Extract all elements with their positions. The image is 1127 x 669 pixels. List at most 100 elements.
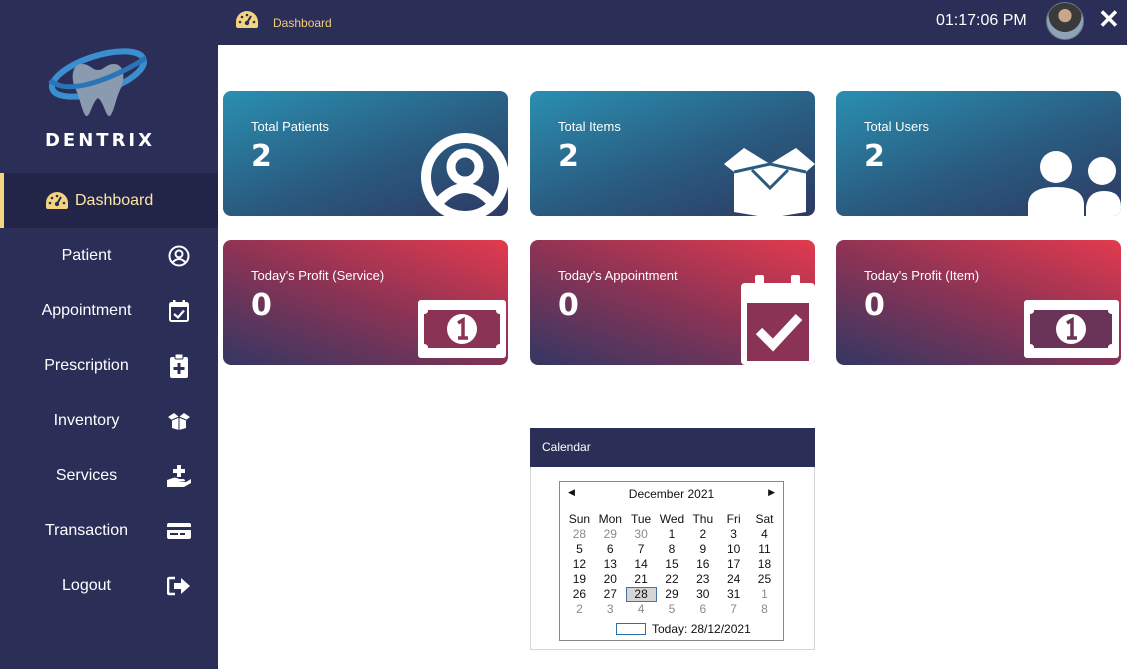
calendar-week-row: 2345678 — [564, 602, 780, 617]
calendar-day[interactable]: 18 — [749, 557, 780, 572]
top-bar: Dashboard 01:17:06 PM ✕ — [218, 0, 1127, 45]
sidebar-item-appointment[interactable]: Appointment — [0, 283, 218, 338]
calendar-day[interactable]: 23 — [687, 572, 718, 587]
card-title: Today's Profit (Service) — [251, 268, 385, 283]
hand-plus-icon — [166, 463, 192, 489]
calendar-day[interactable]: 16 — [687, 557, 718, 572]
clock: 01:17:06 PM — [936, 12, 1027, 29]
calendar-week-row: 12 13 14 15 16 17 18 — [564, 557, 780, 572]
calendar-day[interactable]: 19 — [564, 572, 595, 587]
user-circle-icon — [421, 133, 508, 216]
calendar-day[interactable]: 7 — [626, 542, 657, 557]
calendar-day[interactable]: 17 — [718, 557, 749, 572]
sidebar-item-label: Transaction — [45, 521, 128, 539]
weekday-label: Fri — [726, 512, 741, 526]
sidebar-item-logout[interactable]: Logout — [0, 558, 218, 613]
calendar-day[interactable]: 8 — [657, 542, 688, 557]
calendar-day[interactable]: 2 — [564, 602, 595, 617]
calendar-day[interactable]: 12 — [564, 557, 595, 572]
calendar-day[interactable]: 13 — [595, 557, 626, 572]
calendar-day[interactable]: 6 — [687, 602, 718, 617]
card-title: Today's Appointment — [558, 268, 678, 283]
sign-out-icon — [166, 573, 192, 599]
calendar-day[interactable]: 8 — [749, 602, 780, 617]
card-todays-profit-item: Today's Profit (Item) 0 — [836, 240, 1121, 365]
next-month-icon[interactable]: ▶ — [768, 487, 775, 498]
calendar-day[interactable]: 30 — [687, 587, 718, 602]
clipboard-plus-icon — [166, 353, 192, 379]
calendar-day[interactable]: 11 — [749, 542, 780, 557]
calendar-day[interactable]: 26 — [564, 587, 595, 602]
calendar-day[interactable]: 25 — [749, 572, 780, 587]
card-title: Total Patients — [251, 119, 330, 134]
calendar-check-icon — [166, 298, 192, 324]
calendar-day[interactable]: 14 — [626, 557, 657, 572]
calendar-day[interactable]: 1 — [657, 527, 688, 542]
calendar-day[interactable]: 31 — [718, 587, 749, 602]
calendar-day[interactable]: 28 — [564, 527, 595, 542]
calendar-day[interactable]: 15 — [657, 557, 688, 572]
calendar-day[interactable]: 28 — [625, 587, 657, 602]
calendar-day[interactable]: 27 — [595, 587, 626, 602]
calendar-day[interactable]: 4 — [749, 527, 780, 542]
avatar[interactable] — [1046, 2, 1084, 40]
sidebar-item-prescription[interactable]: Prescription — [0, 338, 218, 393]
user-circle-icon — [166, 243, 192, 269]
breadcrumb: Dashboard — [273, 16, 332, 30]
sidebar-item-label: Patient — [61, 246, 112, 264]
calendar-day[interactable]: 3 — [595, 602, 626, 617]
sidebar-item-dashboard[interactable]: Dashboard — [0, 173, 218, 228]
calendar-day[interactable]: 10 — [718, 542, 749, 557]
sidebar: DENTRIX Dashboard Patient Appointment Pr… — [0, 0, 218, 669]
calendar-day[interactable]: 6 — [595, 542, 626, 557]
calendar-day[interactable]: 7 — [718, 602, 749, 617]
speedometer-icon — [44, 188, 70, 214]
sidebar-item-services[interactable]: Services — [0, 448, 218, 503]
sidebar-item-inventory[interactable]: Inventory — [0, 393, 218, 448]
calendar-day[interactable]: 24 — [718, 572, 749, 587]
card-value: 2 — [864, 139, 885, 174]
money-bill-icon — [418, 300, 506, 358]
today-marker-icon — [616, 623, 646, 635]
card-title: Total Users — [864, 119, 930, 134]
calendar-day[interactable]: 5 — [564, 542, 595, 557]
calendar-day[interactable]: 29 — [657, 587, 688, 602]
sidebar-item-label: Logout — [62, 576, 111, 594]
users-icon — [1028, 151, 1121, 216]
calendar-day[interactable]: 3 — [718, 527, 749, 542]
calendar-day[interactable]: 2 — [687, 527, 718, 542]
calendar-day[interactable]: 4 — [626, 602, 657, 617]
box-open-icon — [724, 148, 815, 216]
weekday-label: Tue — [630, 512, 652, 526]
month-calendar[interactable]: ◀ December 2021 ▶ Sun Mon Tue Wed Thu Fri Sat 2… — [559, 481, 784, 641]
card-total-items: Total Items 2 — [530, 91, 815, 216]
calendar-day[interactable]: 9 — [687, 542, 718, 557]
calendar-day[interactable]: 30 — [626, 527, 657, 542]
calendar-day[interactable]: 29 — [595, 527, 626, 542]
calendar-month-label[interactable]: December 2021 — [560, 487, 783, 501]
sidebar-item-label: Services — [55, 466, 118, 484]
weekday-label: Wed — [659, 512, 685, 526]
calendar-today[interactable]: Today: 28/12/2021 — [616, 622, 751, 636]
card-value: 2 — [251, 139, 272, 174]
close-icon[interactable]: ✕ — [1098, 4, 1120, 35]
card-title: Total Items — [558, 119, 621, 134]
card-title: Today's Profit (Item) — [864, 268, 980, 283]
calendar-day[interactable]: 22 — [657, 572, 688, 587]
calendar-day[interactable]: 1 — [749, 587, 780, 602]
calendar-nav: ◀ December 2021 ▶ — [560, 482, 783, 504]
sidebar-item-label: Dashboard — [75, 191, 154, 209]
calendar-day[interactable]: 21 — [626, 572, 657, 587]
card-value: 0 — [864, 288, 885, 323]
calendar-day[interactable]: 20 — [595, 572, 626, 587]
today-label: Today: 28/12/2021 — [652, 622, 751, 636]
credit-card-icon — [166, 518, 192, 544]
brand-name: DENTRIX — [44, 130, 155, 151]
calendar-day[interactable]: 5 — [657, 602, 688, 617]
box-open-icon — [166, 408, 192, 434]
calendar-week-row: 28 29 30 1 2 3 4 — [564, 527, 780, 542]
sidebar-item-label: Prescription — [44, 356, 129, 374]
sidebar-item-patient[interactable]: Patient — [0, 228, 218, 283]
money-bill-icon — [1024, 300, 1119, 358]
sidebar-item-transaction[interactable]: Transaction — [0, 503, 218, 558]
